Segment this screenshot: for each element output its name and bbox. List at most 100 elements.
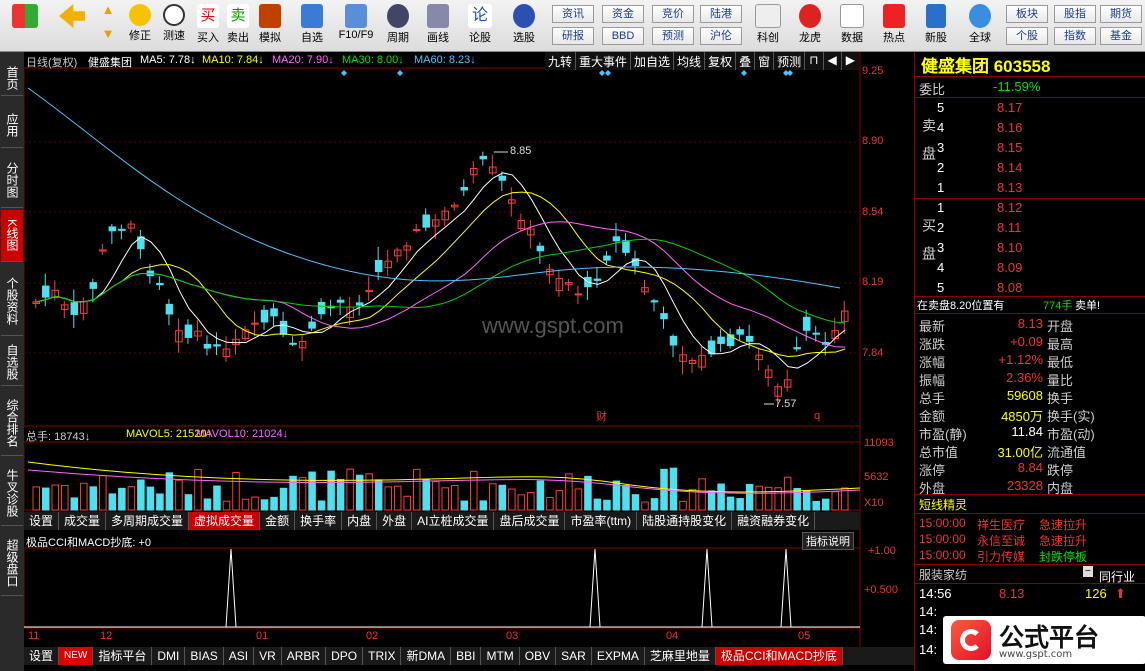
- sell-level-price[interactable]: 8.13: [997, 180, 1022, 195]
- tab-bbi[interactable]: BBI: [451, 647, 482, 665]
- stock-picker-button[interactable]: 选股: [504, 2, 544, 50]
- buy-level-price[interactable]: 8.12: [997, 200, 1022, 215]
- back-button[interactable]: [52, 2, 92, 50]
- tab-multi-period-volume[interactable]: 多周期成交量: [106, 512, 190, 530]
- tab-pe-ttm[interactable]: 市盈率(ttm): [565, 512, 638, 530]
- tab-sesame[interactable]: 芝麻里地量: [645, 647, 716, 665]
- tab-inner[interactable]: 内盘: [342, 512, 378, 530]
- forecast-button[interactable]: 预测: [652, 27, 694, 45]
- buy-level-price[interactable]: 8.09: [997, 260, 1022, 275]
- kline-chart-area[interactable]: 日线(复权) 健盛集团 MA5: 7.78↓ MA10: 7.84↓ MA20:…: [24, 52, 914, 671]
- period-button[interactable]: 周期: [380, 2, 416, 50]
- tab-dpo[interactable]: DPO: [326, 647, 364, 665]
- indicator-help-button[interactable]: 指标说明: [802, 532, 854, 550]
- sidebar-item-watchlist[interactable]: 自选股: [1, 338, 23, 386]
- fund-button[interactable]: 资金: [602, 5, 644, 23]
- sell-level-price[interactable]: 8.17: [997, 100, 1022, 115]
- tab-dmi[interactable]: DMI: [152, 647, 186, 665]
- auction-button[interactable]: 竞价: [652, 5, 694, 23]
- index-futures-button[interactable]: 股指: [1054, 5, 1096, 23]
- q-marker[interactable]: q: [814, 410, 820, 422]
- global-button[interactable]: 全球: [960, 2, 1000, 50]
- buy-level-price[interactable]: 8.08: [997, 280, 1022, 295]
- tab-expma[interactable]: EXPMA: [592, 647, 645, 665]
- hotspot-button[interactable]: 热点: [874, 2, 914, 50]
- tool-forecast[interactable]: 预测: [774, 52, 806, 70]
- tab-volume[interactable]: 成交量: [59, 512, 107, 530]
- ipo-button[interactable]: 新股: [916, 2, 956, 50]
- tab-indicator-platform[interactable]: 指标平台: [93, 647, 153, 665]
- short-elf-stock[interactable]: 永信至诚: [977, 532, 1025, 549]
- tab-after-hours[interactable]: 盘后成交量: [494, 512, 566, 530]
- tab-margin[interactable]: 融资融券变化: [732, 512, 816, 530]
- tool-window[interactable]: 窗: [755, 52, 775, 70]
- finance-marker[interactable]: 财: [596, 408, 607, 424]
- tab-vr[interactable]: VR: [254, 647, 282, 665]
- tab-hk-holding[interactable]: 陆股通持股变化: [637, 512, 733, 530]
- fund-list-button[interactable]: 基金: [1100, 27, 1142, 45]
- tool-overlay[interactable]: 叠: [736, 52, 756, 70]
- sidebar-item-orderbook[interactable]: 超级盘口: [1, 530, 23, 596]
- index-button[interactable]: 指数: [1054, 27, 1096, 45]
- tab-asi[interactable]: ASI: [224, 647, 255, 665]
- news-button[interactable]: 资讯: [552, 5, 594, 23]
- sidebar-item-profile[interactable]: 个股资料: [1, 266, 23, 336]
- sidebar-item-timeshare[interactable]: 分时图: [1, 152, 23, 208]
- single-stock-button[interactable]: 个股: [1006, 27, 1048, 45]
- fix-button[interactable]: 修正: [124, 2, 156, 50]
- tab-obv[interactable]: OBV: [520, 647, 557, 665]
- sidebar-item-apps[interactable]: 应用: [1, 102, 23, 148]
- tab-new-dma[interactable]: 新DMA: [401, 647, 452, 665]
- tab-settings-2[interactable]: 设置: [24, 647, 60, 665]
- buy-button[interactable]: 买买入: [194, 2, 222, 50]
- data-button[interactable]: 数据: [832, 2, 872, 50]
- sidebar-item-kline[interactable]: K线图: [1, 210, 23, 262]
- star-market-button[interactable]: 科创: [748, 2, 788, 50]
- short-elf-stock[interactable]: 祥生医疗: [977, 516, 1025, 533]
- tab-sar[interactable]: SAR: [556, 647, 592, 665]
- drawline-button[interactable]: 画线: [420, 2, 456, 50]
- bbd-button[interactable]: BBD: [602, 27, 644, 45]
- sell-button[interactable]: 卖卖出: [224, 2, 252, 50]
- sector-button[interactable]: 板块: [1006, 5, 1048, 23]
- dragon-button[interactable]: 龙虎: [790, 2, 830, 50]
- down-arrow-icon[interactable]: ▼: [96, 26, 120, 48]
- kline-svg[interactable]: [24, 52, 914, 671]
- sell-level-price[interactable]: 8.14: [997, 160, 1022, 175]
- discuss-button[interactable]: 论论股: [462, 2, 498, 50]
- sidebar-item-diagnose[interactable]: 牛叉诊股: [1, 460, 23, 526]
- tab-cci-macd[interactable]: 极品CCI和MACD抄底: [715, 647, 843, 665]
- sell-level-price[interactable]: 8.15: [997, 140, 1022, 155]
- tab-ai-volume[interactable]: AI立桩成交量: [412, 512, 495, 530]
- tab-trix[interactable]: TRIX: [363, 647, 402, 665]
- sidebar-item-ranking[interactable]: 综合排名: [1, 390, 23, 456]
- tab-settings[interactable]: 设置: [24, 512, 60, 530]
- tab-bias[interactable]: BIAS: [185, 647, 224, 665]
- grid-icon[interactable]: [2, 2, 48, 50]
- right-arrow-icon[interactable]: ▶: [842, 52, 859, 70]
- tool-add-watch[interactable]: 加自选: [631, 52, 675, 70]
- tool-jiuzhuan[interactable]: 九转: [545, 52, 577, 70]
- watchlist-button[interactable]: 自选: [294, 2, 330, 50]
- buy-level-price[interactable]: 8.11: [997, 220, 1021, 235]
- research-button[interactable]: 研报: [552, 27, 594, 45]
- sell-level-price[interactable]: 8.16: [997, 120, 1022, 135]
- short-elf-stock[interactable]: 引力传媒: [977, 548, 1025, 565]
- tab-amount[interactable]: 金额: [260, 512, 296, 530]
- f10-button[interactable]: F10/F9: [334, 2, 378, 50]
- london-button[interactable]: 沪伦: [700, 27, 742, 45]
- left-arrow-icon[interactable]: ◀: [824, 52, 842, 70]
- sector-collapse-button[interactable]: −: [1083, 566, 1093, 577]
- tab-mtm[interactable]: MTM: [481, 647, 520, 665]
- sidebar-item-home[interactable]: 首页: [1, 60, 23, 96]
- tab-outer[interactable]: 外盘: [377, 512, 413, 530]
- simulate-button[interactable]: 模拟: [254, 2, 286, 50]
- buy-level-price[interactable]: 8.10: [997, 240, 1022, 255]
- tool-adjust[interactable]: 复权: [705, 52, 737, 70]
- tab-turnover[interactable]: 换手率: [295, 512, 343, 530]
- hk-button[interactable]: 陆港: [700, 5, 742, 23]
- tool-ma[interactable]: 均线: [674, 52, 706, 70]
- tab-arbr[interactable]: ARBR: [282, 647, 327, 665]
- speedtest-button[interactable]: 测速: [158, 2, 190, 50]
- up-arrow-icon[interactable]: ▲: [96, 2, 120, 24]
